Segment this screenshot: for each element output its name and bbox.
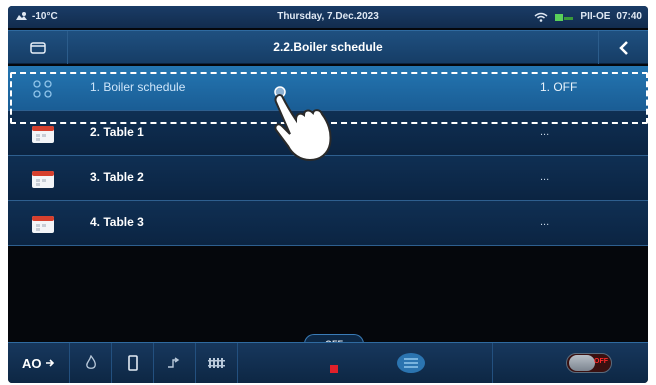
- stop-indicator: [304, 343, 364, 383]
- list-item-label: 4. Table 3: [90, 215, 144, 229]
- list-item-label: 2. Table 1: [90, 125, 144, 139]
- status-bar: -10°C Thursday, 7.Dec.2023 PII-OE 07:40: [8, 6, 648, 28]
- clock: 07:40: [616, 11, 642, 22]
- page-title: 2.2.Boiler schedule: [273, 40, 383, 54]
- toggle-knob: [569, 355, 595, 371]
- chevron-left-icon: [618, 40, 628, 55]
- back-button[interactable]: [598, 31, 648, 64]
- calendar-icon: [32, 171, 54, 188]
- tank-icon: [127, 355, 138, 371]
- bottom-bar: AO OFF: [8, 342, 648, 383]
- list-item-table-3[interactable]: 4. Table 3 ...: [8, 201, 648, 246]
- pump-icon: [167, 357, 179, 368]
- page-header: 2.2.Boiler schedule: [8, 30, 648, 64]
- calendar-icon: [32, 126, 54, 143]
- list-item-value: ...: [540, 126, 550, 138]
- flame-icon: [85, 355, 96, 369]
- main-menu-button[interactable]: [378, 343, 444, 383]
- power-toggle[interactable]: OFF: [566, 353, 612, 373]
- radiator-icon: [207, 358, 225, 368]
- status-right: PII-OE 07:40: [534, 11, 642, 22]
- menu-lines-icon: [397, 353, 425, 373]
- bottom-spacer: [492, 343, 532, 383]
- list-item-label: 3. Table 2: [90, 170, 144, 184]
- calendar-icon: [32, 216, 54, 233]
- stop-icon: [330, 365, 338, 373]
- wifi-icon: [534, 12, 548, 22]
- menu-button[interactable]: [8, 31, 68, 64]
- list-item-label: 1. Boiler schedule: [90, 80, 186, 94]
- operating-mode: PII-OE: [580, 11, 611, 22]
- mode-button[interactable]: AO: [8, 343, 70, 383]
- tank-button[interactable]: [112, 343, 154, 383]
- fuel-icon: [555, 13, 574, 21]
- radiator-button[interactable]: [196, 343, 238, 383]
- list-item-value: 1. OFF: [540, 80, 578, 94]
- dots-icon: [33, 80, 52, 98]
- svg-text:AO: AO: [22, 356, 42, 371]
- mode-icon: AO: [22, 356, 54, 371]
- toggle-label: OFF: [594, 358, 608, 365]
- device-screen: -10°C Thursday, 7.Dec.2023 PII-OE 07:40 …: [8, 6, 648, 383]
- flame-button[interactable]: [70, 343, 112, 383]
- list-item-table-2[interactable]: 3. Table 2 ...: [8, 156, 648, 201]
- folder-icon: [29, 41, 46, 54]
- pump-button[interactable]: [154, 343, 196, 383]
- list-item-value: ...: [540, 171, 550, 183]
- list-item-value: ...: [540, 216, 550, 228]
- pointing-hand-icon: [274, 86, 332, 162]
